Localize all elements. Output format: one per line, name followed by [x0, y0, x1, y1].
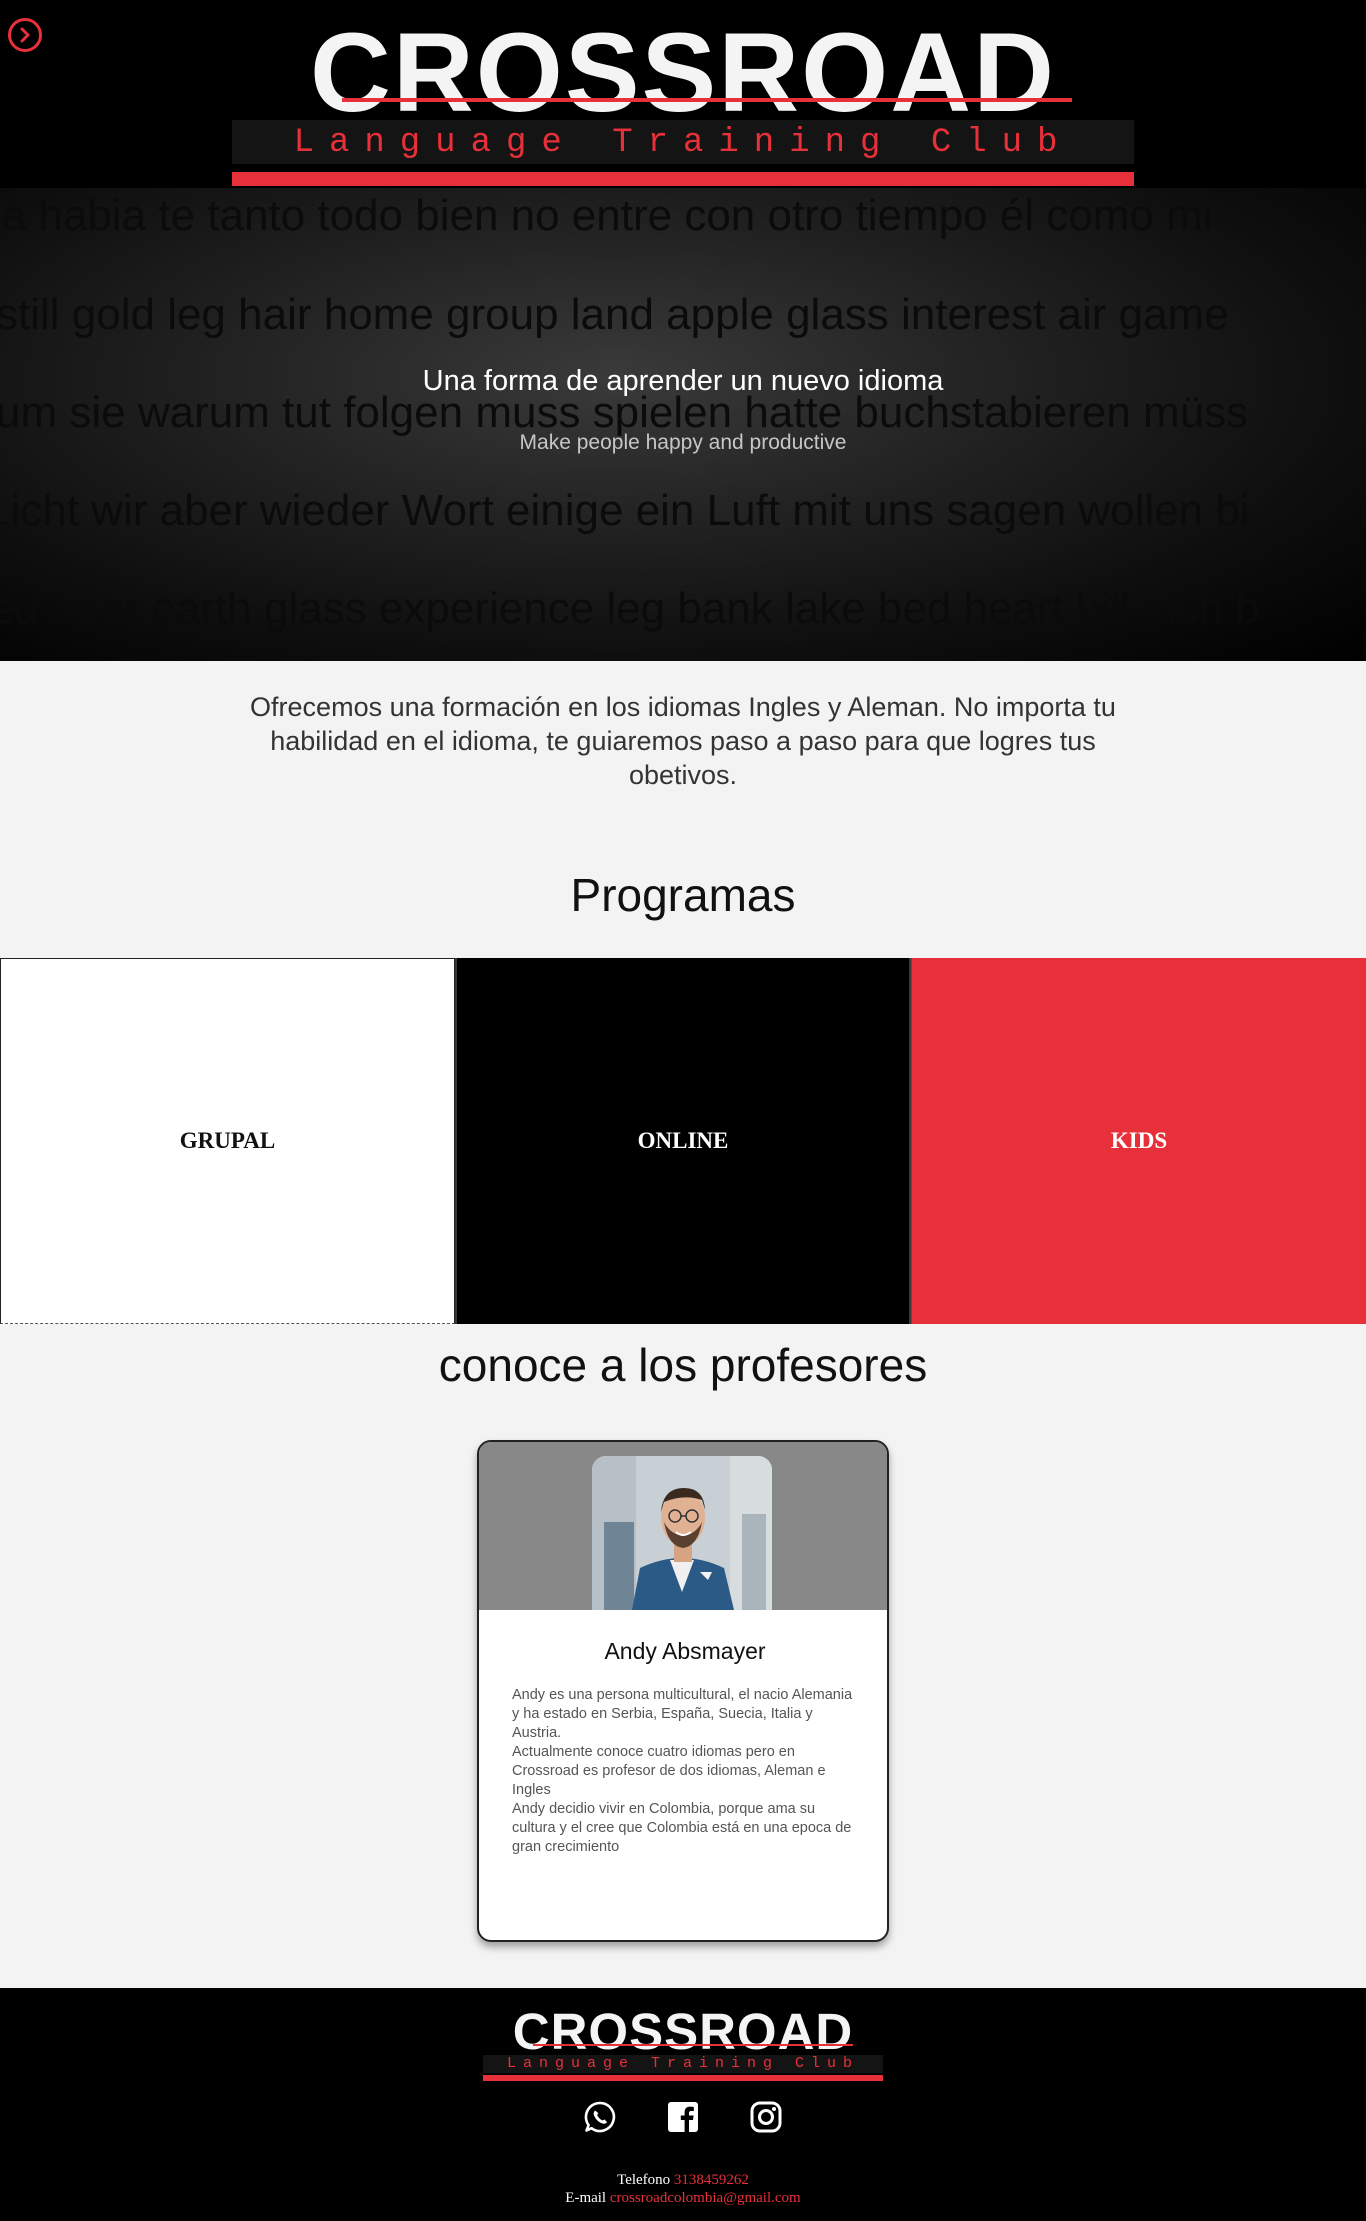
hero-title: Una forma de aprender un nuevo idioma — [422, 365, 944, 397]
phone-label: Telefono — [617, 2172, 671, 2188]
teacher-bio-line: Andy es una persona multicultural, el na… — [512, 1687, 853, 1741]
teacher-bio: Andy es una persona multicultural, el na… — [512, 1686, 858, 1857]
facebook-icon[interactable] — [666, 2100, 700, 2134]
footer-logo-underline — [533, 2044, 853, 2046]
hero-banner: la habia te tanto todo bien no entre con… — [0, 188, 1366, 661]
footer-logo-wordmark: CROSSROAD — [512, 2003, 854, 2060]
logo-tagline: Language Training Club — [293, 124, 1073, 162]
teacher-name: Andy Absmayer — [604, 1638, 766, 1664]
footer-logo-red-bar — [483, 2075, 883, 2081]
programs-heading: Programas — [570, 869, 796, 921]
phone-link[interactable]: 3138459262 — [674, 2172, 749, 2188]
hero-background-text: still gold leg hair home group land appl… — [0, 290, 1229, 339]
program-label: ONLINE — [637, 1128, 729, 1153]
chevron-right-icon — [20, 27, 30, 43]
program-label: GRUPAL — [179, 1128, 276, 1153]
email-label: E-mail — [565, 2190, 607, 2206]
site-footer: CROSSROAD Language Training Club Telefon… — [0, 1988, 1366, 2221]
footer-logo[interactable]: CROSSROAD Language Training Club — [483, 2004, 883, 2084]
hero-background-text: Licht wir aber wieder Wort einige ein Lu… — [0, 486, 1250, 535]
logo-wordmark: CROSSROAD — [309, 10, 1057, 135]
contact-phone: Telefono 3138459262 — [0, 2172, 1366, 2189]
instagram-icon[interactable] — [749, 2100, 783, 2134]
email-link[interactable]: crossroadcolombia@gmail.com — [610, 2190, 801, 2206]
teacher-bio-line: Actualmente conoce cuatro idiomas pero e… — [512, 1744, 826, 1798]
teacher-card: Andy Absmayer Andy es una persona multic… — [477, 1440, 889, 1942]
footer-logo-tagline: Language Training Club — [506, 2055, 860, 2072]
hero-background-text: ed hour earth glass experience leg bank … — [0, 584, 1260, 633]
site-header: CROSSROAD Language Training Club — [0, 0, 1366, 188]
logo-underline — [342, 98, 1072, 102]
hero-subtitle: Make people happy and productive — [519, 431, 847, 454]
hero-background-text: la habia te tanto todo bien no entre con… — [0, 191, 1213, 240]
intro-paragraph: Ofrecemos una formación en los idiomas I… — [250, 692, 1116, 790]
teacher-photo — [592, 1456, 772, 1610]
contact-email: E-mail crossroadcolombia@gmail.com — [0, 2190, 1366, 2207]
teacher-bio-line: Andy decidio vivir en Colombia, porque a… — [512, 1801, 852, 1855]
program-online-tile[interactable]: ONLINE — [455, 958, 911, 1324]
teacher-card-header — [479, 1442, 887, 1610]
logo-red-bar — [232, 172, 1134, 186]
menu-toggle-button[interactable] — [8, 18, 42, 52]
program-kids-tile[interactable]: KIDS — [911, 958, 1366, 1324]
whatsapp-icon[interactable] — [583, 2100, 617, 2134]
program-label: KIDS — [1110, 1128, 1168, 1153]
programs-grid: GRUPAL ONLINE KIDS — [0, 958, 1366, 1324]
teachers-heading: conoce a los profesores — [438, 1339, 928, 1391]
program-grupal-tile[interactable]: GRUPAL — [0, 958, 455, 1324]
crossroad-logo[interactable]: CROSSROAD Language Training Club — [232, 14, 1134, 186]
